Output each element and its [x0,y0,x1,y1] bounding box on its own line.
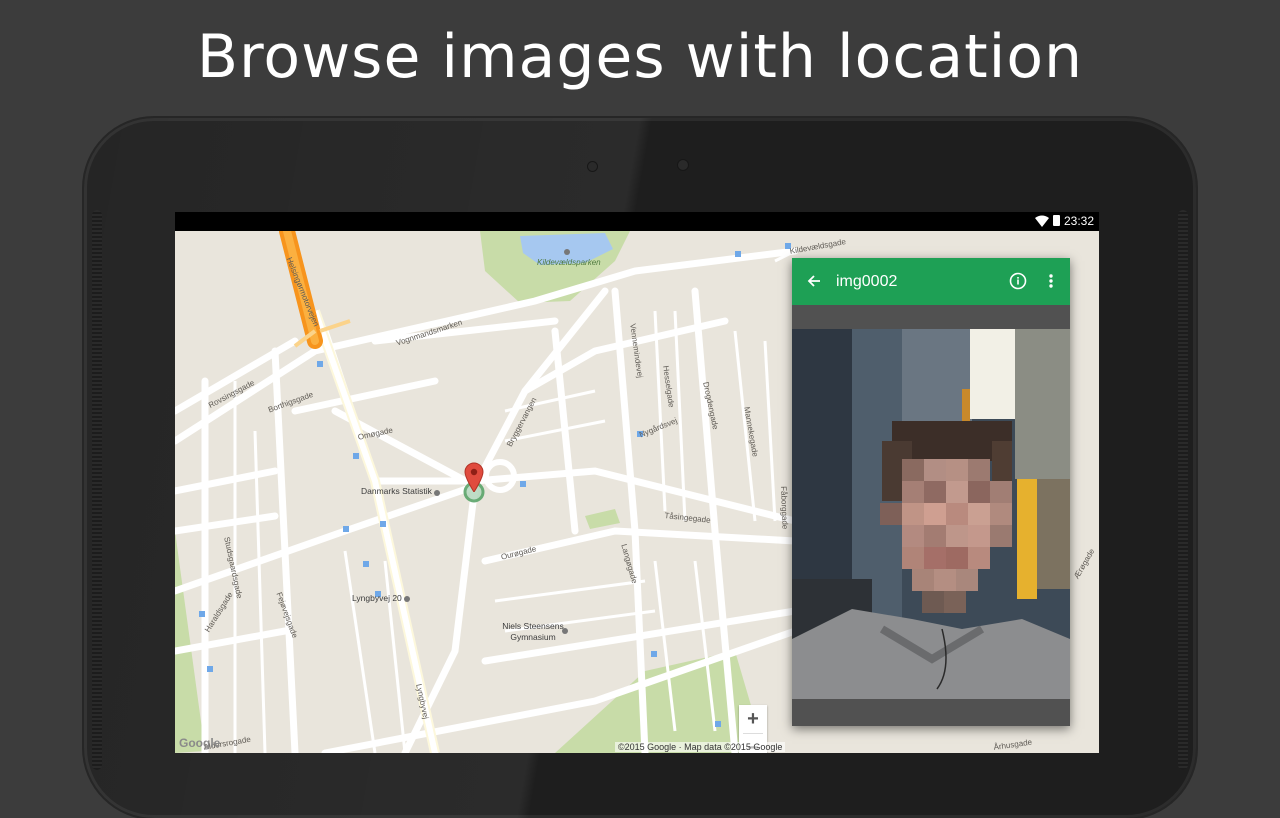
wifi-icon [1035,215,1049,227]
google-logo: Google [179,736,221,750]
right-speaker-grille [1178,210,1188,770]
info-circle-icon[interactable] [1007,270,1029,292]
status-time: 23:32 [1063,214,1094,228]
status-bar: 23:32 [175,212,1099,231]
poi-label[interactable]: Danmarks Statistik [361,486,432,496]
card-app-bar: img0002 [792,258,1070,305]
poi-label[interactable]: Niels Steensens Gymnasium [498,621,568,643]
promo-headline: Browse images with location [196,22,1084,92]
street-label: Fåborggade [779,486,790,530]
zoom-in-button[interactable]: + [739,705,767,733]
map-attribution[interactable]: ©2015 Google · Map data ©2015 Google [615,742,786,752]
front-camera [588,162,597,171]
pixelated-photo [792,329,1070,699]
map-pin-icon[interactable] [464,462,484,492]
battery-icon [1053,215,1060,226]
left-speaker-grille [92,210,102,770]
more-vertical-icon[interactable] [1043,270,1059,292]
poi-label[interactable]: Lyngbyvej 20 [352,593,402,603]
image-detail-card: img0002 [792,258,1070,726]
photo-preview[interactable] [792,329,1070,699]
arrow-left-icon[interactable] [804,271,824,291]
park-label: Kildevældsparken [537,258,601,267]
tablet-screen: 23:32 Helsingørmotorvejen Kildevældspark… [175,212,1099,753]
front-sensor [678,160,688,170]
image-title: img0002 [836,273,898,290]
